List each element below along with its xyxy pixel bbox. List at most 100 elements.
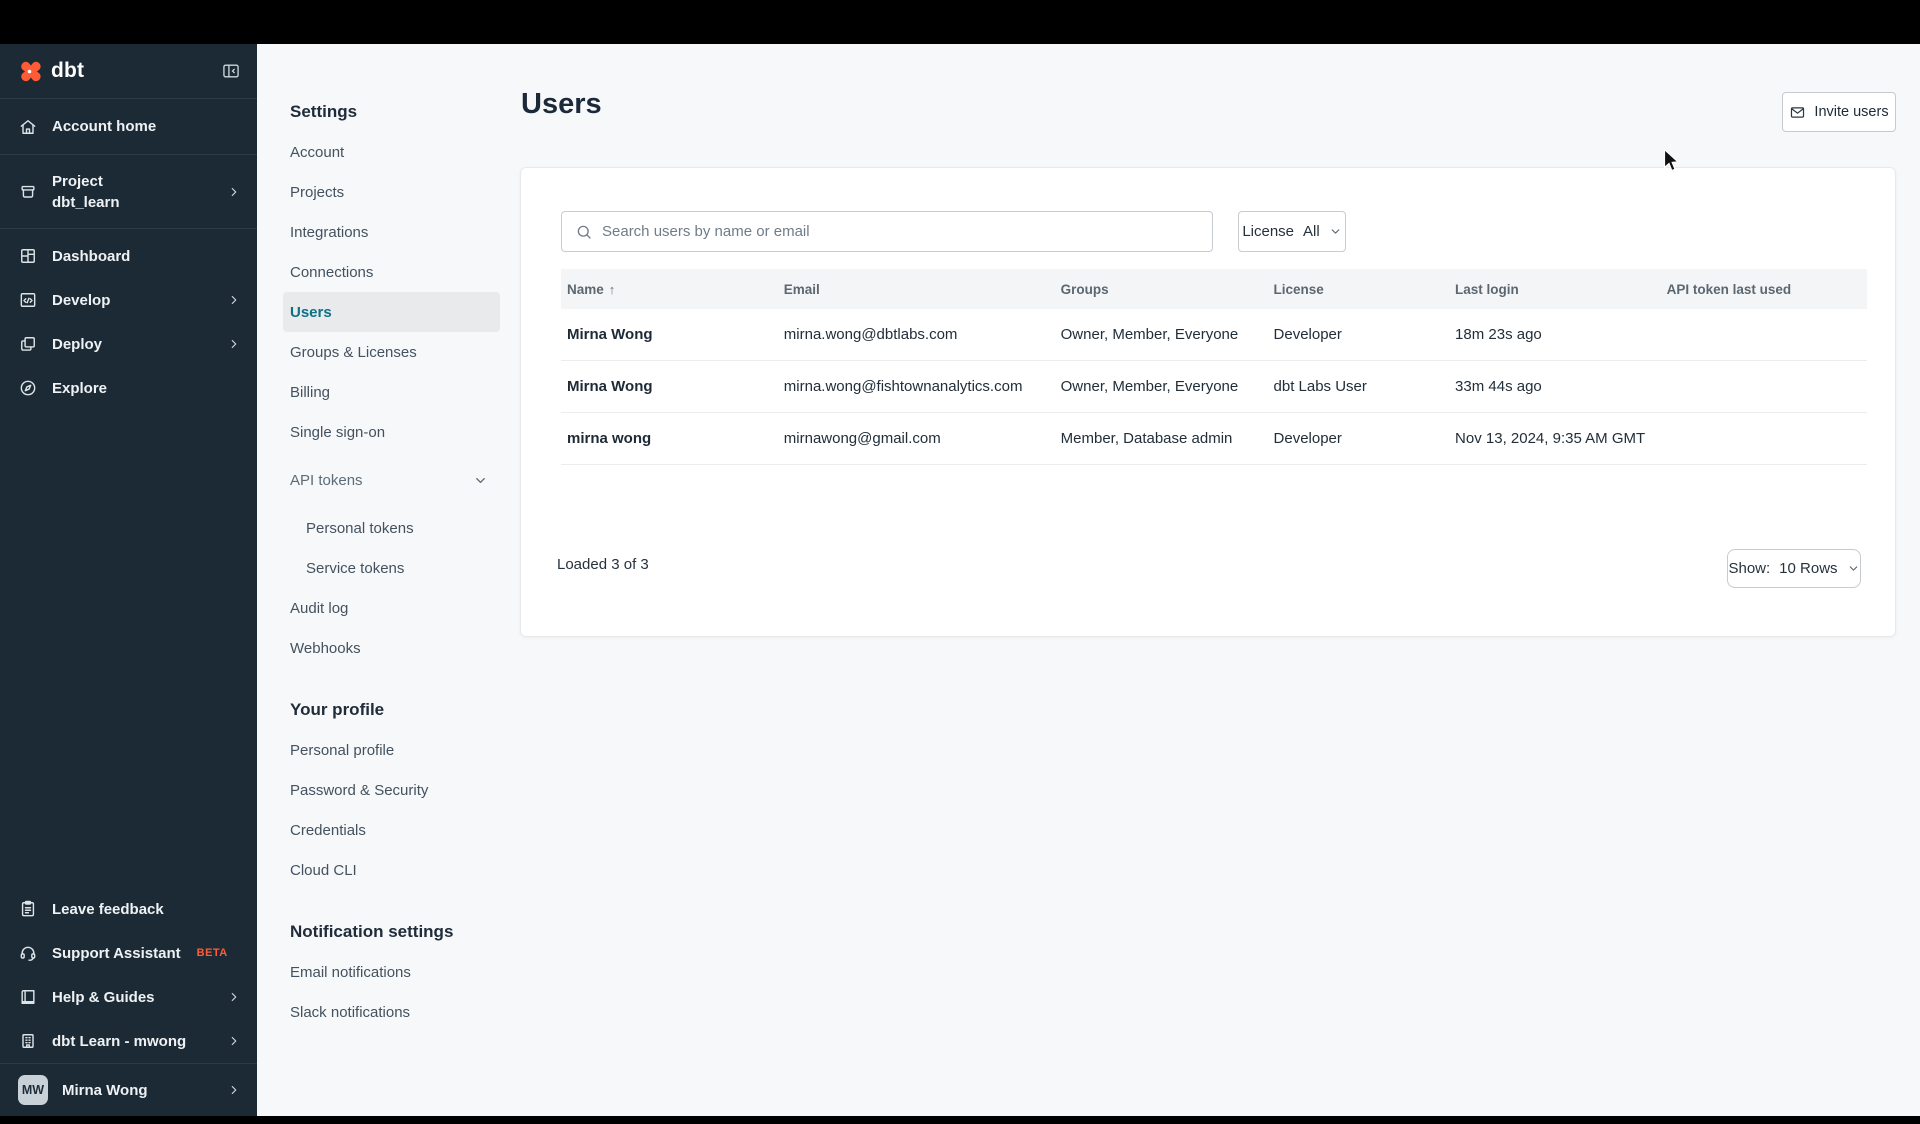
sort-ascending-icon: ↑ bbox=[608, 281, 616, 297]
sidebar-item-label: Dashboard bbox=[52, 247, 131, 265]
stacked-squares-icon bbox=[18, 334, 38, 354]
settings-nav-item-password-security[interactable]: Password & Security bbox=[283, 770, 500, 810]
settings-nav-item-billing[interactable]: Billing bbox=[283, 372, 500, 412]
logo-row: dbt bbox=[0, 44, 257, 98]
user-name-cell: Mirna Wong bbox=[567, 378, 653, 395]
beta-badge: BETA bbox=[196, 947, 228, 959]
settings-nav-item-users[interactable]: Users bbox=[283, 292, 500, 332]
settings-nav-item-cloud-cli[interactable]: Cloud CLI bbox=[283, 850, 500, 890]
sidebar-item-sublabel: dbt_learn bbox=[52, 193, 120, 211]
search-input[interactable] bbox=[602, 212, 1212, 251]
sidebar-item-deploy[interactable]: Deploy bbox=[0, 322, 257, 366]
invite-users-button[interactable]: Invite users bbox=[1782, 92, 1896, 132]
user-email-cell: mirna.wong@fishtownanalytics.com bbox=[783, 378, 1023, 395]
column-header-email[interactable]: Email bbox=[778, 282, 1055, 297]
user-groups-cell: Owner, Member, Everyone bbox=[1060, 378, 1239, 395]
sidebar-user-menu[interactable]: MW Mirna Wong bbox=[0, 1064, 257, 1116]
settings-nav-item-credentials[interactable]: Credentials bbox=[283, 810, 500, 850]
clipboard-icon bbox=[18, 899, 38, 919]
settings-nav-item-email-notifications[interactable]: Email notifications bbox=[283, 952, 500, 992]
sidebar-item-explore[interactable]: Explore bbox=[0, 366, 257, 410]
settings-nav-item-api-tokens[interactable]: API tokens bbox=[283, 460, 500, 500]
column-header-license[interactable]: License bbox=[1268, 282, 1450, 297]
sidebar-item-dbt-learn-account[interactable]: dbt Learn - mwong bbox=[0, 1019, 257, 1063]
sidebar-item-help-guides[interactable]: Help & Guides bbox=[0, 975, 257, 1019]
book-icon bbox=[18, 987, 38, 1007]
table-row[interactable]: Mirna Wong mirna.wong@fishtownanalytics.… bbox=[561, 361, 1867, 413]
chevron-down-icon bbox=[1847, 562, 1860, 575]
column-header-api-token[interactable]: API token last used bbox=[1661, 282, 1867, 297]
chevron-right-icon bbox=[227, 990, 241, 1004]
user-groups-cell: Owner, Member, Everyone bbox=[1060, 326, 1239, 343]
user-license-cell: Developer bbox=[1273, 326, 1342, 343]
nav-gap bbox=[257, 452, 510, 460]
sidebar-item-support-assistant[interactable]: Support Assistant BETA bbox=[0, 931, 257, 975]
page-title: Users bbox=[521, 88, 602, 120]
main-content: Users Invite users License All bbox=[510, 44, 1920, 1116]
building-icon bbox=[18, 1031, 38, 1051]
sidebar-item-label: Deploy bbox=[52, 335, 103, 353]
settings-nav-item-webhooks[interactable]: Webhooks bbox=[283, 628, 500, 668]
users-table: Name ↑ Email Groups License Last login A… bbox=[561, 269, 1867, 465]
table-header-row: Name ↑ Email Groups License Last login A… bbox=[561, 269, 1867, 309]
sidebar-item-label: Support Assistant bbox=[52, 944, 181, 962]
user-name: Mirna Wong bbox=[62, 1081, 148, 1099]
envelope-icon bbox=[1789, 104, 1806, 121]
settings-nav-title: Settings bbox=[290, 102, 358, 121]
license-filter-dropdown[interactable]: License All bbox=[1238, 211, 1346, 252]
settings-nav-item-single-sign-on[interactable]: Single sign-on bbox=[283, 412, 500, 452]
settings-nav-item-connections[interactable]: Connections bbox=[283, 252, 500, 292]
settings-nav-item-groups-licenses[interactable]: Groups & Licenses bbox=[283, 332, 500, 372]
loaded-count-text: Loaded 3 of 3 bbox=[557, 556, 649, 573]
sidebar-item-label: Account home bbox=[52, 118, 157, 135]
sidebar-item-label: Leave feedback bbox=[52, 900, 164, 918]
invite-users-label: Invite users bbox=[1814, 104, 1889, 120]
license-filter-value: All bbox=[1303, 223, 1320, 240]
user-last-login-cell: Nov 13, 2024, 9:35 AM GMT bbox=[1455, 430, 1646, 447]
user-license-cell: dbt Labs User bbox=[1273, 378, 1367, 395]
search-box[interactable] bbox=[561, 211, 1213, 252]
settings-nav-item-personal-tokens[interactable]: Personal tokens bbox=[283, 508, 500, 548]
sidebar-item-develop[interactable]: Develop bbox=[0, 278, 257, 322]
your-profile-title: Your profile bbox=[290, 700, 385, 719]
sidebar-item-account-home[interactable]: Account home bbox=[0, 99, 257, 154]
sidebar-item-label: Develop bbox=[52, 291, 111, 309]
user-name-cell: mirna wong bbox=[567, 430, 652, 447]
table-row[interactable]: mirna wong mirnawong@gmail.com Member, D… bbox=[561, 413, 1867, 465]
user-last-login-cell: 33m 44s ago bbox=[1455, 378, 1542, 395]
dbt-logo-text: dbt bbox=[51, 59, 85, 82]
settings-nav-item-projects[interactable]: Projects bbox=[283, 172, 500, 212]
table-row[interactable]: Mirna Wong mirna.wong@dbtlabs.com Owner,… bbox=[561, 309, 1867, 361]
rows-per-page-dropdown[interactable]: Show: 10 Rows bbox=[1727, 549, 1861, 588]
notification-settings-title: Notification settings bbox=[290, 922, 454, 941]
dashboard-grid-icon bbox=[18, 246, 38, 266]
code-window-icon bbox=[18, 290, 38, 310]
sidebar-collapse-icon[interactable] bbox=[221, 61, 241, 81]
settings-nav-item-personal-profile[interactable]: Personal profile bbox=[283, 730, 500, 770]
project-box-icon bbox=[18, 182, 38, 202]
settings-nav-item-slack-notifications[interactable]: Slack notifications bbox=[283, 992, 500, 1032]
sidebar-item-leave-feedback[interactable]: Leave feedback bbox=[0, 887, 257, 931]
column-header-name[interactable]: Name ↑ bbox=[561, 282, 778, 297]
bottom-black-bar bbox=[0, 1116, 1920, 1124]
settings-nav-item-service-tokens[interactable]: Service tokens bbox=[283, 548, 500, 588]
sidebar-item-project[interactable]: Project dbt_learn bbox=[0, 155, 257, 228]
sidebar-item-dashboard[interactable]: Dashboard bbox=[0, 234, 257, 278]
user-email-cell: mirnawong@gmail.com bbox=[783, 430, 941, 447]
show-label: Show: bbox=[1728, 560, 1771, 577]
dbt-logo[interactable]: dbt bbox=[16, 58, 84, 85]
settings-nav-item-audit-log[interactable]: Audit log bbox=[283, 588, 500, 628]
settings-nav: Settings Account Projects Integrations C… bbox=[257, 44, 510, 1032]
chevron-right-icon bbox=[227, 337, 241, 351]
user-groups-cell: Member, Database admin bbox=[1060, 430, 1233, 447]
user-license-cell: Developer bbox=[1273, 430, 1342, 447]
home-icon bbox=[18, 117, 38, 137]
user-name-cell: Mirna Wong bbox=[567, 326, 653, 343]
column-header-groups[interactable]: Groups bbox=[1055, 282, 1268, 297]
chevron-down-icon bbox=[1329, 225, 1342, 238]
settings-nav-item-account[interactable]: Account bbox=[283, 132, 500, 172]
column-header-last-login[interactable]: Last login bbox=[1449, 282, 1661, 297]
nav-gap bbox=[257, 500, 510, 508]
settings-nav-item-integrations[interactable]: Integrations bbox=[283, 212, 500, 252]
